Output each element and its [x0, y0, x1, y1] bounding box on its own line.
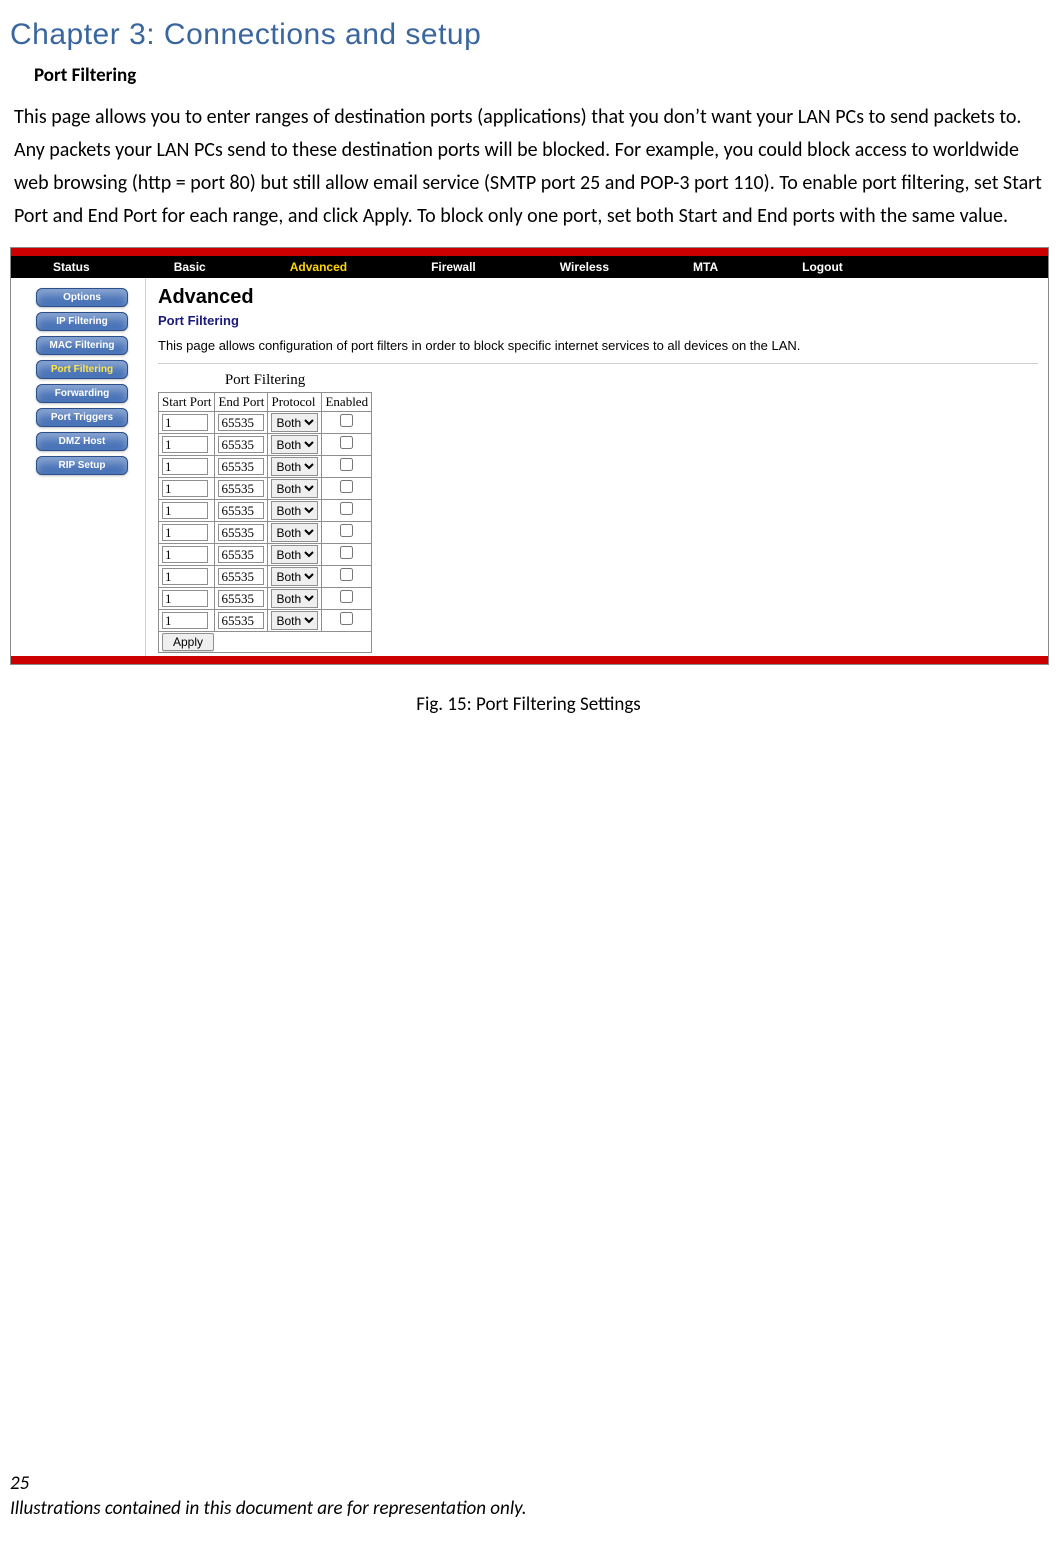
divider — [158, 363, 1038, 364]
table-row: Both — [159, 544, 372, 566]
table-row: Both — [159, 456, 372, 478]
end-port-input[interactable] — [218, 612, 264, 629]
end-port-input[interactable] — [218, 414, 264, 431]
end-port-input[interactable] — [218, 480, 264, 497]
section-title: Port Filtering — [34, 64, 1047, 87]
protocol-select[interactable]: Both — [271, 567, 318, 586]
panel-description: This page allows configuration of port f… — [158, 338, 1038, 353]
protocol-select[interactable]: Both — [271, 457, 318, 476]
protocol-select[interactable]: Both — [271, 435, 318, 454]
start-port-input[interactable] — [162, 612, 208, 629]
start-port-input[interactable] — [162, 546, 208, 563]
table-caption: Port Filtering — [158, 370, 372, 392]
start-port-input[interactable] — [162, 524, 208, 541]
enabled-checkbox[interactable] — [340, 480, 353, 493]
start-port-input[interactable] — [162, 590, 208, 607]
end-port-input[interactable] — [218, 568, 264, 585]
table-row: Both — [159, 522, 372, 544]
body-paragraph: This page allows you to enter ranges of … — [14, 101, 1043, 233]
protocol-select[interactable]: Both — [271, 523, 318, 542]
tab-firewall[interactable]: Firewall — [389, 260, 518, 274]
end-port-input[interactable] — [218, 436, 264, 453]
enabled-checkbox[interactable] — [340, 414, 353, 427]
sidebar: Options IP Filtering MAC Filtering Port Fil… — [11, 278, 146, 656]
page-footer: 25 Illustrations contained in this docum… — [10, 1471, 527, 1522]
table-row: Both — [159, 588, 372, 610]
start-port-input[interactable] — [162, 414, 208, 431]
column-header: Start Port — [159, 393, 215, 412]
page-number: 25 — [10, 1471, 527, 1497]
tab-wireless[interactable]: Wireless — [518, 260, 651, 274]
enabled-checkbox[interactable] — [340, 458, 353, 471]
top-nav-tabs: StatusBasicAdvancedFirewallWirelessMTALo… — [11, 256, 1048, 278]
enabled-checkbox[interactable] — [340, 502, 353, 515]
start-port-input[interactable] — [162, 480, 208, 497]
decorative-red-bar-top — [11, 248, 1048, 256]
enabled-checkbox[interactable] — [340, 546, 353, 559]
column-header: Enabled — [322, 393, 372, 412]
sidebar-item-forwarding[interactable]: Forwarding — [36, 384, 128, 403]
tab-basic[interactable]: Basic — [132, 260, 248, 274]
end-port-input[interactable] — [218, 546, 264, 563]
tab-mta[interactable]: MTA — [651, 260, 760, 274]
end-port-input[interactable] — [218, 524, 264, 541]
panel-title: Advanced — [158, 286, 1038, 309]
sidebar-item-mac-filtering[interactable]: MAC Filtering — [36, 336, 128, 355]
table-row: Both — [159, 434, 372, 456]
end-port-input[interactable] — [218, 458, 264, 475]
protocol-select[interactable]: Both — [271, 589, 318, 608]
decorative-red-bar-bottom — [11, 656, 1048, 664]
tab-logout[interactable]: Logout — [760, 260, 885, 274]
column-header: Protocol — [268, 393, 322, 412]
start-port-input[interactable] — [162, 458, 208, 475]
protocol-select[interactable]: Both — [271, 413, 318, 432]
enabled-checkbox[interactable] — [340, 590, 353, 603]
start-port-input[interactable] — [162, 436, 208, 453]
panel-subtitle: Port Filtering — [158, 313, 1038, 328]
protocol-select[interactable]: Both — [271, 545, 318, 564]
table-row: Both — [159, 610, 372, 632]
sidebar-item-port-triggers[interactable]: Port Triggers — [36, 408, 128, 427]
protocol-select[interactable]: Both — [271, 479, 318, 498]
table-row: Both — [159, 478, 372, 500]
port-filtering-table: Port Filtering Start PortEnd PortProtoco… — [158, 370, 372, 653]
enabled-checkbox[interactable] — [340, 612, 353, 625]
protocol-select[interactable]: Both — [271, 501, 318, 520]
router-ui-screenshot: StatusBasicAdvancedFirewallWirelessMTALo… — [10, 247, 1049, 665]
tab-status[interactable]: Status — [11, 260, 132, 274]
table-row: Both — [159, 566, 372, 588]
sidebar-item-dmz-host[interactable]: DMZ Host — [36, 432, 128, 451]
enabled-checkbox[interactable] — [340, 568, 353, 581]
table-row: Both — [159, 412, 372, 434]
footer-note: Illustrations contained in this document… — [10, 1496, 527, 1522]
column-header: End Port — [215, 393, 268, 412]
end-port-input[interactable] — [218, 590, 264, 607]
sidebar-item-rip-setup[interactable]: RIP Setup — [36, 456, 128, 475]
sidebar-item-options[interactable]: Options — [36, 288, 128, 307]
tab-advanced[interactable]: Advanced — [248, 260, 389, 274]
sidebar-item-ip-filtering[interactable]: IP Filtering — [36, 312, 128, 331]
figure-caption: Fig. 15: Port Filtering Settings — [10, 693, 1047, 716]
apply-button[interactable]: Apply — [162, 633, 214, 651]
content-panel: Advanced Port Filtering This page allows… — [146, 278, 1048, 656]
sidebar-item-port-filtering[interactable]: Port Filtering — [36, 360, 128, 379]
chapter-title: Chapter 3: Connections and setup — [10, 18, 1047, 52]
start-port-input[interactable] — [162, 568, 208, 585]
enabled-checkbox[interactable] — [340, 436, 353, 449]
table-row: Both — [159, 500, 372, 522]
start-port-input[interactable] — [162, 502, 208, 519]
protocol-select[interactable]: Both — [271, 611, 318, 630]
enabled-checkbox[interactable] — [340, 524, 353, 537]
end-port-input[interactable] — [218, 502, 264, 519]
